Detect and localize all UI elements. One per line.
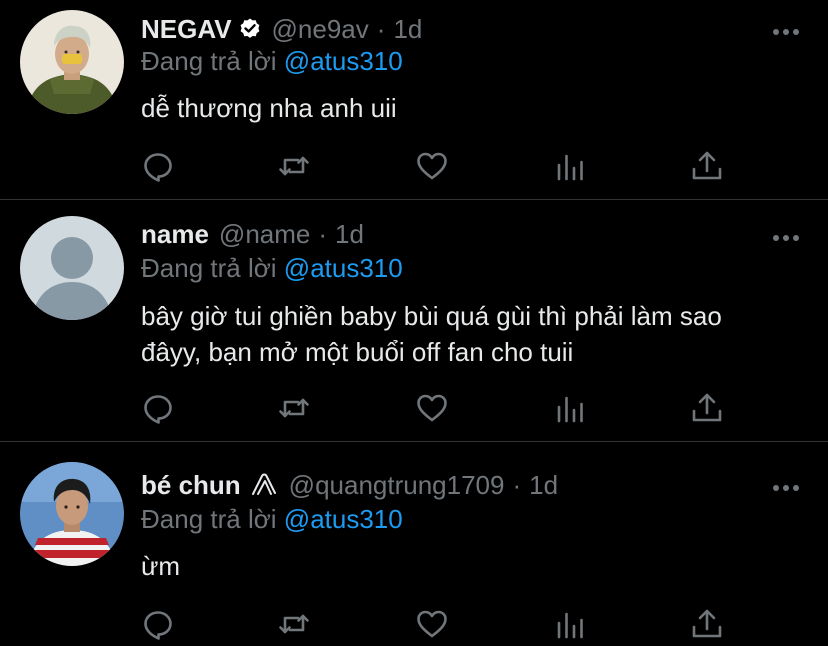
mention-link[interactable]: @atus310 (284, 504, 403, 534)
retweet-icon[interactable] (276, 606, 312, 642)
display-name[interactable]: bé chun (141, 470, 241, 501)
timestamp[interactable]: 1d (335, 219, 364, 250)
reply-icon[interactable] (140, 148, 176, 184)
tweet-actions (0, 390, 828, 430)
replying-prefix: Đang trả lời (141, 504, 277, 534)
heart-icon[interactable] (414, 148, 450, 184)
verified-badge-icon (238, 17, 262, 41)
tweet-header: name @name · 1d (141, 217, 364, 251)
replying-prefix: Đang trả lời (141, 253, 277, 283)
share-icon[interactable] (689, 148, 725, 184)
handle[interactable]: @quangtrung1709 (289, 470, 505, 501)
handle[interactable]: @ne9av (272, 14, 369, 45)
retweet-icon[interactable] (276, 148, 312, 184)
views-icon[interactable] (552, 606, 588, 642)
views-icon[interactable] (552, 390, 588, 426)
heart-icon[interactable] (414, 606, 450, 642)
tweet-header: NEGAV @ne9av · 1d (141, 12, 422, 46)
heart-icon[interactable] (414, 390, 450, 426)
timestamp[interactable]: 1d (529, 470, 558, 501)
mention-link[interactable]: @atus310 (284, 46, 403, 76)
more-icon[interactable] (772, 24, 800, 35)
handle[interactable]: @name (219, 219, 310, 250)
separator-dot: · (318, 218, 328, 249)
avatar[interactable] (20, 216, 124, 320)
tweet[interactable]: NEGAV @ne9av · 1d Đang trả lời @atus310 … (0, 0, 828, 200)
reply-icon[interactable] (140, 390, 176, 426)
tweet-text: dễ thương nha anh uii (141, 93, 397, 123)
tweet-actions (0, 606, 828, 646)
more-icon[interactable] (772, 230, 800, 241)
views-icon[interactable] (552, 148, 588, 184)
tweet-text: bây giờ tui ghiền baby bùi quá gùi thì p… (141, 301, 722, 367)
replying-to: Đang trả lời @atus310 (141, 253, 403, 284)
share-icon[interactable] (689, 390, 725, 426)
display-name[interactable]: name (141, 219, 209, 250)
replying-to: Đang trả lời @atus310 (141, 46, 403, 77)
share-icon[interactable] (689, 606, 725, 642)
tweet[interactable]: name @name · 1d Đang trả lời @atus310 bâ… (0, 200, 828, 441)
mention-link[interactable]: @atus310 (284, 253, 403, 283)
tweet-header: bé chun @quangtrung1709 · 1d (141, 468, 558, 502)
tweet[interactable]: bé chun @quangtrung1709 · 1d Đang trả lờ… (0, 442, 828, 646)
reply-icon[interactable] (140, 606, 176, 642)
tweet-actions (0, 148, 828, 188)
avatar[interactable] (20, 10, 124, 114)
tweet-text: ừm (141, 551, 181, 581)
replying-prefix: Đang trả lời (141, 46, 277, 76)
avatar[interactable] (20, 462, 124, 566)
display-name[interactable]: NEGAV (141, 14, 232, 45)
separator-dot: · (376, 13, 386, 44)
separator-dot: · (512, 469, 522, 500)
retweet-icon[interactable] (276, 390, 312, 426)
replying-to: Đang trả lời @atus310 (141, 504, 403, 535)
more-icon[interactable] (772, 480, 800, 491)
paperclip-icon (249, 472, 279, 498)
timestamp[interactable]: 1d (393, 14, 422, 45)
